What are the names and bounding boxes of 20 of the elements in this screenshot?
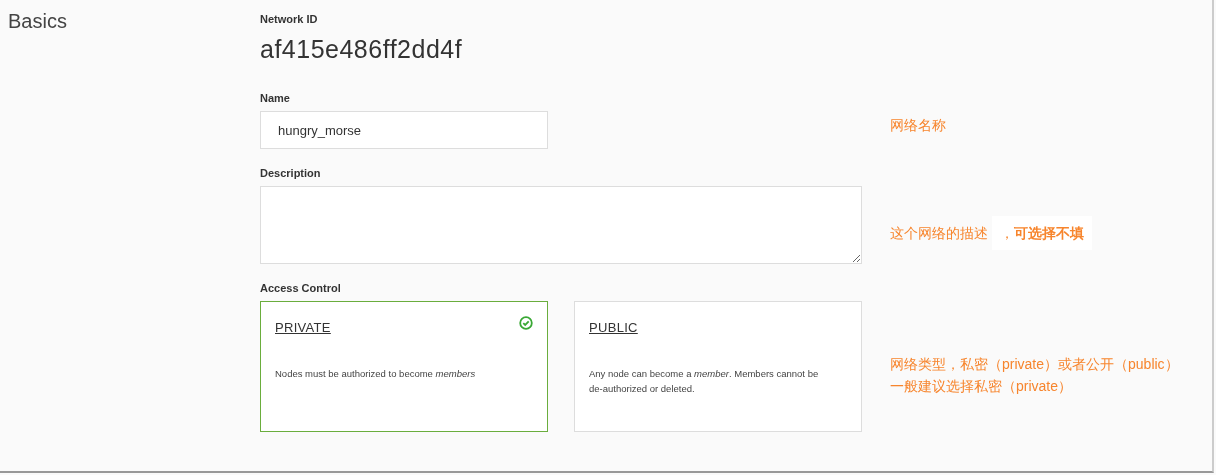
- option-title: PRIVATE: [275, 320, 331, 335]
- check-circle-icon: [519, 316, 533, 330]
- annotation-text: 一般建议选择私密（private）: [890, 377, 1073, 396]
- field-label: Network ID: [260, 13, 318, 25]
- annotation-text: 这个网络的描述: [890, 224, 988, 243]
- network-id: af415e486ff2dd4f: [260, 35, 463, 64]
- option-description: Nodes must be authorized to become members: [275, 367, 477, 381]
- access-option-card[interactable]: PUBLIC Any node can become a member. Members cannot be de-authorized or deleted.: [574, 301, 862, 432]
- field-label: Description: [260, 167, 321, 179]
- annotation-highlight: ，可选择不填: [992, 216, 1092, 250]
- name-field[interactable]: hungry_morse: [260, 111, 548, 149]
- access-option-card[interactable]: PRIVATE Nodes must be authorized to become members: [260, 301, 548, 432]
- annotation-text: 网络名称: [890, 116, 946, 135]
- option-title: PUBLIC: [589, 320, 638, 335]
- field-label: Access Control: [260, 282, 341, 294]
- section-title: Basics: [7, 9, 68, 34]
- annotation-text: 网络类型，私密（private）或者公开（public）: [890, 355, 1179, 374]
- field-label: Name: [260, 92, 290, 104]
- description-field[interactable]: [260, 186, 862, 264]
- option-description: Any node can become a member. Members cannot be de-authorized or deleted.: [589, 367, 820, 396]
